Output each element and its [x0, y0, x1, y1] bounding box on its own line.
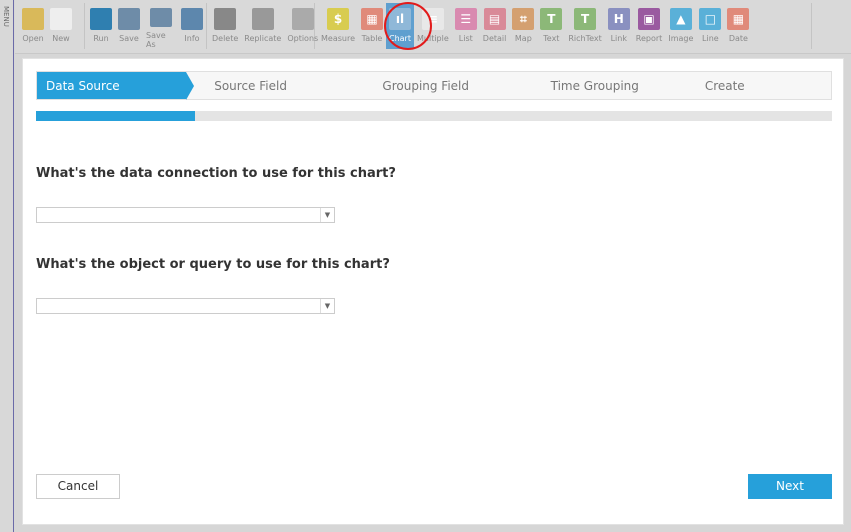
toolbar-label: Table	[361, 34, 383, 43]
progress-bar	[36, 111, 832, 121]
toolbar-label: Image	[668, 34, 694, 43]
step-create[interactable]: Create	[691, 72, 831, 99]
wrench-icon	[291, 8, 314, 30]
object-question: What's the object or query to use for th…	[36, 257, 390, 272]
connection-question: What's the data connection to use for th…	[36, 166, 396, 181]
trash-icon	[214, 8, 237, 30]
new-button[interactable]: New	[47, 3, 75, 49]
text-button[interactable]: T Text	[537, 3, 565, 49]
run-icon	[90, 8, 112, 30]
wizard-steps: Data Source Source Field Grouping Field …	[36, 71, 832, 100]
step-grouping-field[interactable]: Grouping Field	[354, 72, 522, 99]
next-button[interactable]: Next	[748, 474, 832, 499]
object-select[interactable]: ▼	[36, 298, 335, 314]
image-icon: ▲	[669, 8, 692, 30]
step-time-grouping[interactable]: Time Grouping	[523, 72, 691, 99]
toolbar-label: Delete	[212, 34, 239, 43]
chevron-down-icon[interactable]: ▼	[320, 299, 334, 313]
info-icon	[181, 8, 203, 30]
toolbar-label: New	[52, 34, 70, 43]
save-as-icon	[149, 8, 172, 27]
menu-side-tab[interactable]: MENU	[0, 0, 14, 532]
toolbar-label: List	[458, 34, 473, 43]
run-group: Run Save Save As Info	[87, 3, 207, 49]
save-icon	[118, 8, 140, 30]
replicate-button[interactable]: Replicate	[241, 3, 284, 49]
toolbar-label: Options	[287, 34, 319, 43]
line-button[interactable]: □ Line	[696, 3, 724, 49]
toolbar-label: Info	[184, 34, 200, 43]
new-document-icon	[50, 8, 72, 30]
edit-group: Delete Replicate Options	[209, 3, 318, 49]
delete-button[interactable]: Delete	[209, 3, 241, 49]
run-button[interactable]: Run	[87, 3, 115, 49]
cancel-button[interactable]: Cancel	[36, 474, 120, 499]
richtext-icon: T	[574, 8, 597, 30]
menu-label: MENU	[2, 6, 10, 27]
detail-button[interactable]: ▤ Detail	[480, 3, 510, 49]
table-icon: ▦	[361, 8, 383, 30]
map-button[interactable]: ⌗ Map	[509, 3, 537, 49]
date-icon: ▦	[727, 8, 750, 30]
folder-icon	[22, 8, 44, 30]
line-icon: □	[699, 8, 722, 30]
open-button[interactable]: Open	[19, 3, 47, 49]
info-button[interactable]: Info	[178, 3, 206, 49]
list-button[interactable]: ☰ List	[452, 3, 480, 49]
wizard-panel: Data Source Source Field Grouping Field …	[22, 58, 844, 525]
toolbar: Open New Run Save Save As Info Delete Replica…	[15, 0, 851, 54]
toolbar-label: Measure	[321, 34, 355, 43]
detail-icon: ▤	[483, 8, 506, 30]
toolbar-label: Replicate	[244, 34, 282, 43]
step-data-source[interactable]: Data Source	[37, 72, 195, 100]
toolbar-label: Save As	[146, 31, 166, 49]
report-icon: ▣	[638, 8, 661, 30]
options-button[interactable]: Options	[284, 3, 321, 49]
toolbar-label: Date	[728, 34, 748, 43]
toolbar-label: Detail	[482, 34, 507, 43]
toolbar-label: Save	[119, 34, 139, 43]
connection-select[interactable]: ▼	[36, 207, 335, 223]
table-button[interactable]: ▦ Table	[358, 3, 386, 49]
file-group: Open New	[19, 3, 85, 49]
toolbar-label: Map	[514, 34, 532, 43]
map-icon: ⌗	[512, 8, 535, 30]
toolbar-label: Run	[93, 34, 109, 43]
step-source-field[interactable]: Source Field	[186, 72, 354, 99]
image-button[interactable]: ▲ Image	[665, 3, 696, 49]
text-icon: T	[540, 8, 563, 30]
link-icon: H	[607, 8, 630, 30]
save-as-button[interactable]: Save As	[143, 3, 178, 49]
chevron-down-icon[interactable]: ▼	[320, 208, 334, 222]
progress-fill	[36, 111, 196, 121]
toolbar-label: Link	[610, 34, 627, 43]
measure-icon: $	[327, 8, 349, 30]
report-button[interactable]: ▣ Report	[633, 3, 666, 49]
link-button[interactable]: H Link	[605, 3, 633, 49]
toolbar-label: Line	[702, 34, 719, 43]
toolbar-label: Text	[543, 34, 560, 43]
date-button[interactable]: ▦ Date	[724, 3, 752, 49]
toolbar-label: Report	[635, 34, 663, 43]
replicate-icon	[251, 8, 274, 30]
toolbar-label: Open	[22, 34, 44, 43]
list-icon: ☰	[454, 8, 477, 30]
toolbar-label: RichText	[568, 34, 602, 43]
measure-button[interactable]: $ Measure	[318, 3, 358, 49]
richtext-button[interactable]: T RichText	[565, 3, 604, 49]
highlight-circle	[384, 2, 432, 50]
save-button[interactable]: Save	[115, 3, 143, 49]
